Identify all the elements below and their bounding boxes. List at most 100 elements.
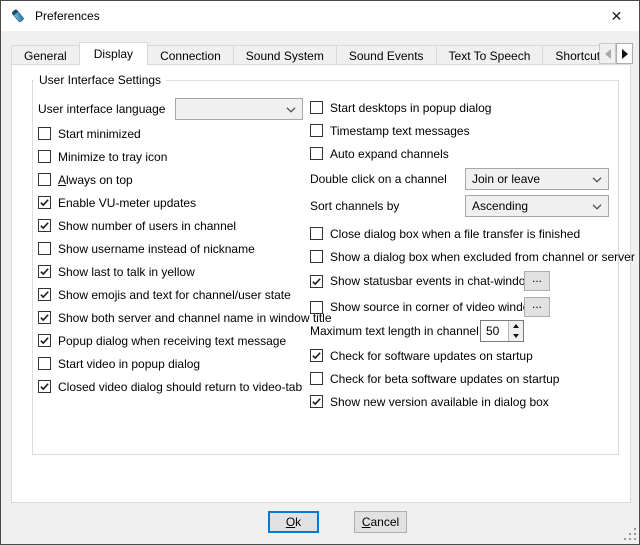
checkbox-label[interactable]: Always on top [58,173,133,187]
checkbox-row-closed-video-dialog-should-return-to-video-tab: Closed video dialog should return to vid… [38,378,312,395]
checkbox-start-desktops-in-popup-dialog[interactable] [310,101,323,114]
spin-down-button[interactable] [509,331,523,341]
checkbox-row-auto-expand-channels: Auto expand channels [310,145,624,162]
checkbox-label[interactable]: Check for beta software updates on start… [330,372,559,386]
checkbox-timestamp-text-messages[interactable] [310,124,323,137]
checkbox-label[interactable]: Show source in corner of video window [330,300,538,314]
checkbox-row-start-minimized: Start minimized [38,125,312,142]
checkbox-row-popup-dialog-when-receiving-text-message: Popup dialog when receiving text message [38,332,312,349]
checkbox-row-minimize-to-tray-icon: Minimize to tray icon [38,148,312,165]
checkbox-show-both-server-and-channel-name-in-window-title[interactable] [38,311,51,324]
settings-left-column: User interface language Start minimized Mi… [38,98,312,401]
arrow-up-icon [513,324,519,328]
checkbox-label[interactable]: Minimize to tray icon [58,150,167,164]
checkbox-show-source-in-corner-of-video-window[interactable] [310,301,323,314]
field-label: Sort channels by [310,199,399,213]
combobox-value: Join or leave [472,172,588,186]
spin-buttons [508,321,523,341]
ellipsis-button-show-source-in-corner-of-video-window[interactable]: ... [524,297,550,317]
checkbox-label[interactable]: Close dialog box when a file transfer is… [330,227,580,241]
checkbox-show-new-version-available-in-dialog-box[interactable] [310,395,323,408]
tab-text-to-speech[interactable]: Text To Speech [436,45,544,65]
scroll-left-icon [605,49,611,59]
spin-up-button[interactable] [509,321,523,331]
checkbox-check-for-beta-software-updates-on-startup[interactable] [310,372,323,385]
checkbox-label[interactable]: Check for software updates on startup [330,349,533,363]
checkbox-label[interactable]: Timestamp text messages [330,124,470,138]
checkbox-label[interactable]: Show new version available in dialog box [330,395,549,409]
checkbox-label[interactable]: Show a dialog box when excluded from cha… [330,250,635,264]
checkbox-label[interactable]: Start video in popup dialog [58,357,200,371]
field-label: Maximum text length in channel list [310,324,497,338]
ok-button[interactable]: Ok [268,511,319,533]
checkbox-start-minimized[interactable] [38,127,51,140]
checkbox-label[interactable]: Popup dialog when receiving text message [58,334,286,348]
settings-right-column: Start desktops in popup dialog Timestamp … [310,99,624,416]
tab-sound-system[interactable]: Sound System [233,45,337,65]
tab-bar: GeneralDisplayConnectionSound SystemSoun… [11,42,599,65]
checkbox-show-number-of-users-in-channel[interactable] [38,219,51,232]
checkbox-minimize-to-tray-icon[interactable] [38,150,51,163]
field-label: Double click on a channel [310,172,447,186]
tab-sound-events[interactable]: Sound Events [336,45,437,65]
select-row-sort-channels-by: Sort channels by Ascending [310,195,624,217]
checkbox-auto-expand-channels[interactable] [310,147,323,160]
preferences-dialog: Preferences ✕ GeneralDisplayConnectionSo… [0,0,640,545]
combobox-value: Ascending [472,199,588,213]
checkbox-always-on-top[interactable] [38,173,51,186]
checkbox-label[interactable]: Enable VU-meter updates [58,196,196,210]
checkbox-row-show-new-version-available-in-dialog-box: Show new version available in dialog box [310,393,624,410]
checkbox-popup-dialog-when-receiving-text-message[interactable] [38,334,51,347]
combobox-double-click-on-a-channel[interactable]: Join or leave [465,168,609,190]
cancel-button[interactable]: Cancel [354,511,407,533]
checkbox-enable-vu-meter-updates[interactable] [38,196,51,209]
tab-scroll-left-button[interactable] [599,43,616,64]
checkbox-label[interactable]: Show emojis and text for channel/user st… [58,288,291,302]
checkbox-row-check-for-software-updates-on-startup: Check for software updates on startup [310,347,624,364]
checkbox-label[interactable]: Show statusbar events in chat-window [330,274,534,288]
tab-connection[interactable]: Connection [147,45,234,65]
checkbox-label[interactable]: Start desktops in popup dialog [330,101,491,115]
checkbox-label[interactable]: Closed video dialog should return to vid… [58,380,302,394]
checkbox-closed-video-dialog-should-return-to-video-tab[interactable] [38,380,51,393]
close-icon: ✕ [611,8,623,25]
checkbox-start-video-in-popup-dialog[interactable] [38,357,51,370]
arrow-down-icon [513,334,519,338]
chevron-down-icon [592,199,602,213]
spinbox-maximum-text-length-in-channel-list[interactable]: 50 [480,320,524,342]
checkbox-label[interactable]: Start minimized [58,127,141,141]
checkbox-label[interactable]: Show both server and channel name in win… [58,311,332,325]
checkbox-row-show-source-in-corner-of-video-window: Show source in corner of video window... [310,297,624,317]
checkbox-show-a-dialog-box-when-excluded-from-channel-or-server[interactable] [310,250,323,263]
close-button[interactable]: ✕ [594,1,639,31]
groupbox-title: User Interface Settings [34,73,166,87]
resize-grip[interactable] [624,528,636,540]
checkbox-row-show-emojis-and-text-for-channel-user-state: Show emojis and text for channel/user st… [38,286,312,303]
combobox-sort-channels-by[interactable]: Ascending [465,195,609,217]
checkbox-show-username-instead-of-nickname[interactable] [38,242,51,255]
checkbox-label[interactable]: Show last to talk in yellow [58,265,195,279]
checkbox-show-emojis-and-text-for-channel-user-state[interactable] [38,288,51,301]
checkbox-close-dialog-box-when-a-file-transfer-is-finished[interactable] [310,227,323,240]
checkbox-show-statusbar-events-in-chat-window[interactable] [310,275,323,288]
tab-general[interactable]: General [11,45,80,65]
tab-scroll-right-button[interactable] [616,43,633,64]
checkbox-row-timestamp-text-messages: Timestamp text messages [310,122,624,139]
checkbox-label[interactable]: Show username instead of nickname [58,242,255,256]
title-bar[interactable]: Preferences ✕ [1,1,639,31]
checkbox-check-for-software-updates-on-startup[interactable] [310,349,323,362]
checkbox-label[interactable]: Show number of users in channel [58,219,236,233]
checkbox-row-show-username-instead-of-nickname: Show username instead of nickname [38,240,312,257]
combobox-user-interface-language[interactable] [175,98,303,120]
field-label: User interface language [38,102,165,116]
spinbox-value[interactable]: 50 [481,321,508,341]
select-row-double-click-on-a-channel: Double click on a channel Join or leave [310,168,624,190]
checkbox-show-last-to-talk-in-yellow[interactable] [38,265,51,278]
checkbox-label[interactable]: Auto expand channels [330,147,449,161]
checkbox-row-enable-vu-meter-updates: Enable VU-meter updates [38,194,312,211]
ellipsis-button-show-statusbar-events-in-chat-window[interactable]: ... [524,271,550,291]
chevron-down-icon [286,102,296,116]
tab-shortcuts[interactable]: Shortcuts [542,45,599,65]
tab-page-display: User Interface Settings User interface l… [11,64,631,503]
tab-display[interactable]: Display [79,42,148,65]
